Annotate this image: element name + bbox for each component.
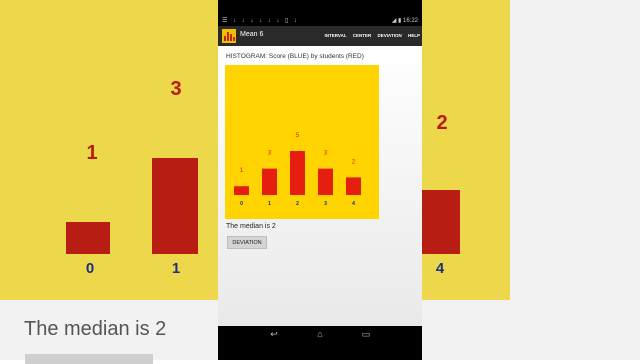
histogram-bar-4 xyxy=(346,177,361,195)
battery-icon: ▮ xyxy=(398,18,402,24)
notification-icons: ☰ ↓ ↓ ↓ ↓ ↓ ↓ ▯ ↓ xyxy=(222,18,300,24)
action-bar: Mean 6 INTERVAL CENTER DEVIATION HELP xyxy=(218,26,422,46)
background-value-label: 3 xyxy=(170,78,182,100)
home-icon[interactable]: ⌂ xyxy=(312,329,328,339)
background-bar xyxy=(152,158,198,254)
histogram-bar-3 xyxy=(318,168,333,195)
count-label: 5 xyxy=(296,132,300,139)
score-tick-label: 1 xyxy=(268,201,271,207)
background-value-label: 2 xyxy=(436,112,448,134)
app-histogram-icon[interactable] xyxy=(222,29,236,43)
background-median-text: The median is 2 xyxy=(24,318,167,340)
histogram-bar-1 xyxy=(262,168,277,195)
score-tick-label: 3 xyxy=(324,201,327,207)
background-value-label: 1 xyxy=(86,142,98,164)
back-icon[interactable]: ↩ xyxy=(266,329,282,340)
wifi-icon: ◢ xyxy=(391,18,397,24)
background-tick-label: 1 xyxy=(171,260,181,277)
app-title: Mean 6 xyxy=(240,31,264,38)
background-button xyxy=(25,354,153,364)
score-tick-label: 0 xyxy=(240,201,243,207)
recent-apps-icon[interactable]: ▭ xyxy=(358,329,374,340)
background-bar xyxy=(66,222,110,254)
menu-help[interactable]: HELP xyxy=(408,33,420,38)
menu-deviation[interactable]: DEVIATION xyxy=(378,33,402,38)
main-content: HISTOGRAM: Score (BLUE) by students (RED… xyxy=(218,46,422,326)
menu-center[interactable]: CENTER xyxy=(353,33,372,38)
score-tick-label: 2 xyxy=(296,201,299,207)
background-tick-label: 4 xyxy=(435,260,445,277)
action-menu: INTERVAL CENTER DEVIATION HELP xyxy=(319,33,420,38)
background-tick-label: 0 xyxy=(85,260,95,277)
count-label: 1 xyxy=(240,167,244,174)
count-label: 2 xyxy=(352,158,356,165)
score-tick-label: 4 xyxy=(352,201,355,207)
median-text: The median is 2 xyxy=(226,223,276,230)
count-label: 3 xyxy=(324,150,328,157)
histogram-bar-0 xyxy=(234,186,249,195)
status-bar: ☰ ↓ ↓ ↓ ↓ ↓ ↓ ▯ ↓ ◢ ▮ 16:22 xyxy=(218,16,422,26)
deviation-button[interactable]: DEVIATION xyxy=(227,236,267,249)
histogram-title: HISTOGRAM: Score (BLUE) by students (RED… xyxy=(226,53,364,60)
menu-interval[interactable]: INTERVAL xyxy=(324,33,346,38)
histogram-chart: 1 0 3 1 5 2 3 3 2 4 xyxy=(225,65,379,219)
navigation-bar: ↩ ⌂ ▭ xyxy=(218,326,422,342)
count-label: 3 xyxy=(268,150,272,157)
phone-screen: ☰ ↓ ↓ ↓ ↓ ↓ ↓ ▯ ↓ ◢ ▮ 16:22 Mean 6 INTER… xyxy=(218,0,422,360)
background-bar xyxy=(420,190,460,254)
status-time: 16:22 xyxy=(402,18,418,24)
histogram-bar-2 xyxy=(290,151,305,195)
